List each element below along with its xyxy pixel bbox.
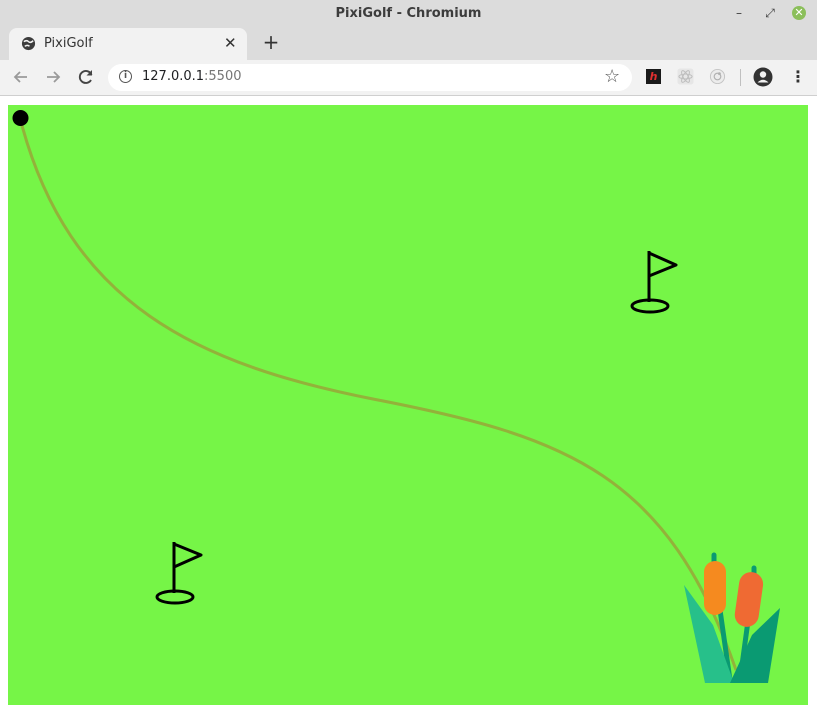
tab-title: PixiGolf xyxy=(44,36,93,51)
react-devtools-icon[interactable] xyxy=(677,68,694,85)
tab-strip: PixiGolf ✕ xyxy=(0,27,817,60)
forward-arrow-icon[interactable] xyxy=(43,67,63,87)
reload-icon[interactable] xyxy=(76,67,96,87)
profile-avatar-icon[interactable] xyxy=(753,67,773,87)
globe-icon xyxy=(21,36,36,51)
url-port: :5500 xyxy=(204,69,242,84)
game-canvas[interactable] xyxy=(8,105,808,705)
golf-ball[interactable] xyxy=(12,110,29,126)
new-tab-button[interactable]: + xyxy=(262,31,280,53)
url-host: 127.0.0.1 xyxy=(142,69,205,84)
browser-toolbar: i 127.0.0.1:5500 ☆ h ⋮ xyxy=(0,60,817,96)
browser-menu-icon[interactable]: ⋮ xyxy=(790,68,806,86)
close-window-icon[interactable]: ✕ xyxy=(792,6,806,20)
window-titlebar: PixiGolf - Chromium – ⤢ ✕ xyxy=(0,0,817,28)
site-info-icon[interactable]: i xyxy=(119,70,132,83)
h-extension-icon[interactable]: h xyxy=(646,69,661,84)
close-tab-icon[interactable]: ✕ xyxy=(224,34,237,52)
back-arrow-icon[interactable] xyxy=(11,67,31,87)
window-title: PixiGolf - Chromium xyxy=(335,6,482,21)
tab-pixigolf[interactable]: PixiGolf ✕ xyxy=(9,28,247,60)
toolbar-divider xyxy=(740,69,741,86)
bookmark-star-icon[interactable]: ☆ xyxy=(604,66,620,87)
maximize-icon[interactable]: ⤢ xyxy=(762,5,778,21)
address-bar[interactable]: i 127.0.0.1:5500 ☆ xyxy=(108,64,632,91)
extension-circle-icon[interactable] xyxy=(709,68,726,85)
minimize-icon[interactable]: – xyxy=(731,5,747,21)
url-text[interactable]: 127.0.0.1:5500 xyxy=(142,69,242,84)
